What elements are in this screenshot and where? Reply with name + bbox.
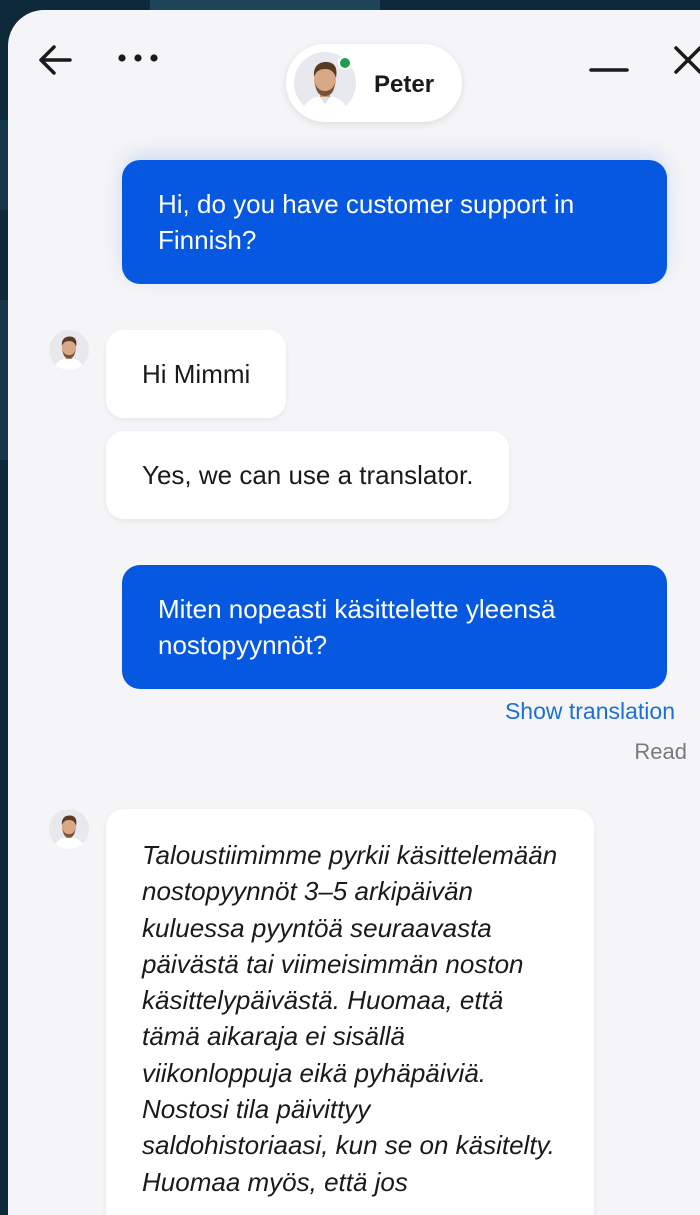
online-status-dot (338, 56, 352, 70)
message-text: Taloustiimimme pyrkii käsittelemään nost… (142, 840, 558, 1197)
message-text: Hi, do you have customer support in Finn… (158, 189, 575, 255)
chat-window: Peter Hi, do you have customer support i… (8, 10, 700, 1215)
user-message: Miten nopeasti käsittelette yleensä nost… (122, 565, 667, 689)
message-text: Hi Mimmi (142, 359, 251, 389)
agent-message: Yes, we can use a translator. (106, 431, 510, 519)
agent-info[interactable]: Peter (286, 44, 462, 122)
message-text: Miten nopeasti käsittelette yleensä nost… (158, 594, 556, 660)
close-button[interactable] (668, 40, 700, 80)
minimize-icon (589, 68, 629, 72)
agent-avatar (49, 809, 89, 849)
agent-message: Hi Mimmi (106, 330, 287, 418)
message-text: Yes, we can use a translator. (142, 460, 474, 490)
agent-name: Peter (374, 71, 435, 98)
agent-message-translated: Taloustiimimme pyrkii käsittelemään nost… (106, 809, 594, 1215)
more-options-button[interactable] (108, 40, 168, 80)
more-horizontal-icon (118, 54, 158, 62)
user-message: Hi, do you have customer support in Finn… (122, 160, 667, 284)
read-receipt: Read (634, 739, 687, 764)
minimize-button[interactable] (586, 40, 632, 80)
close-icon (674, 46, 700, 74)
back-button[interactable] (36, 40, 76, 80)
chat-header: Peter (8, 10, 700, 140)
arrow-left-icon (39, 45, 72, 75)
agent-avatar (49, 330, 89, 370)
show-translation-link[interactable]: Show translation (505, 698, 675, 725)
